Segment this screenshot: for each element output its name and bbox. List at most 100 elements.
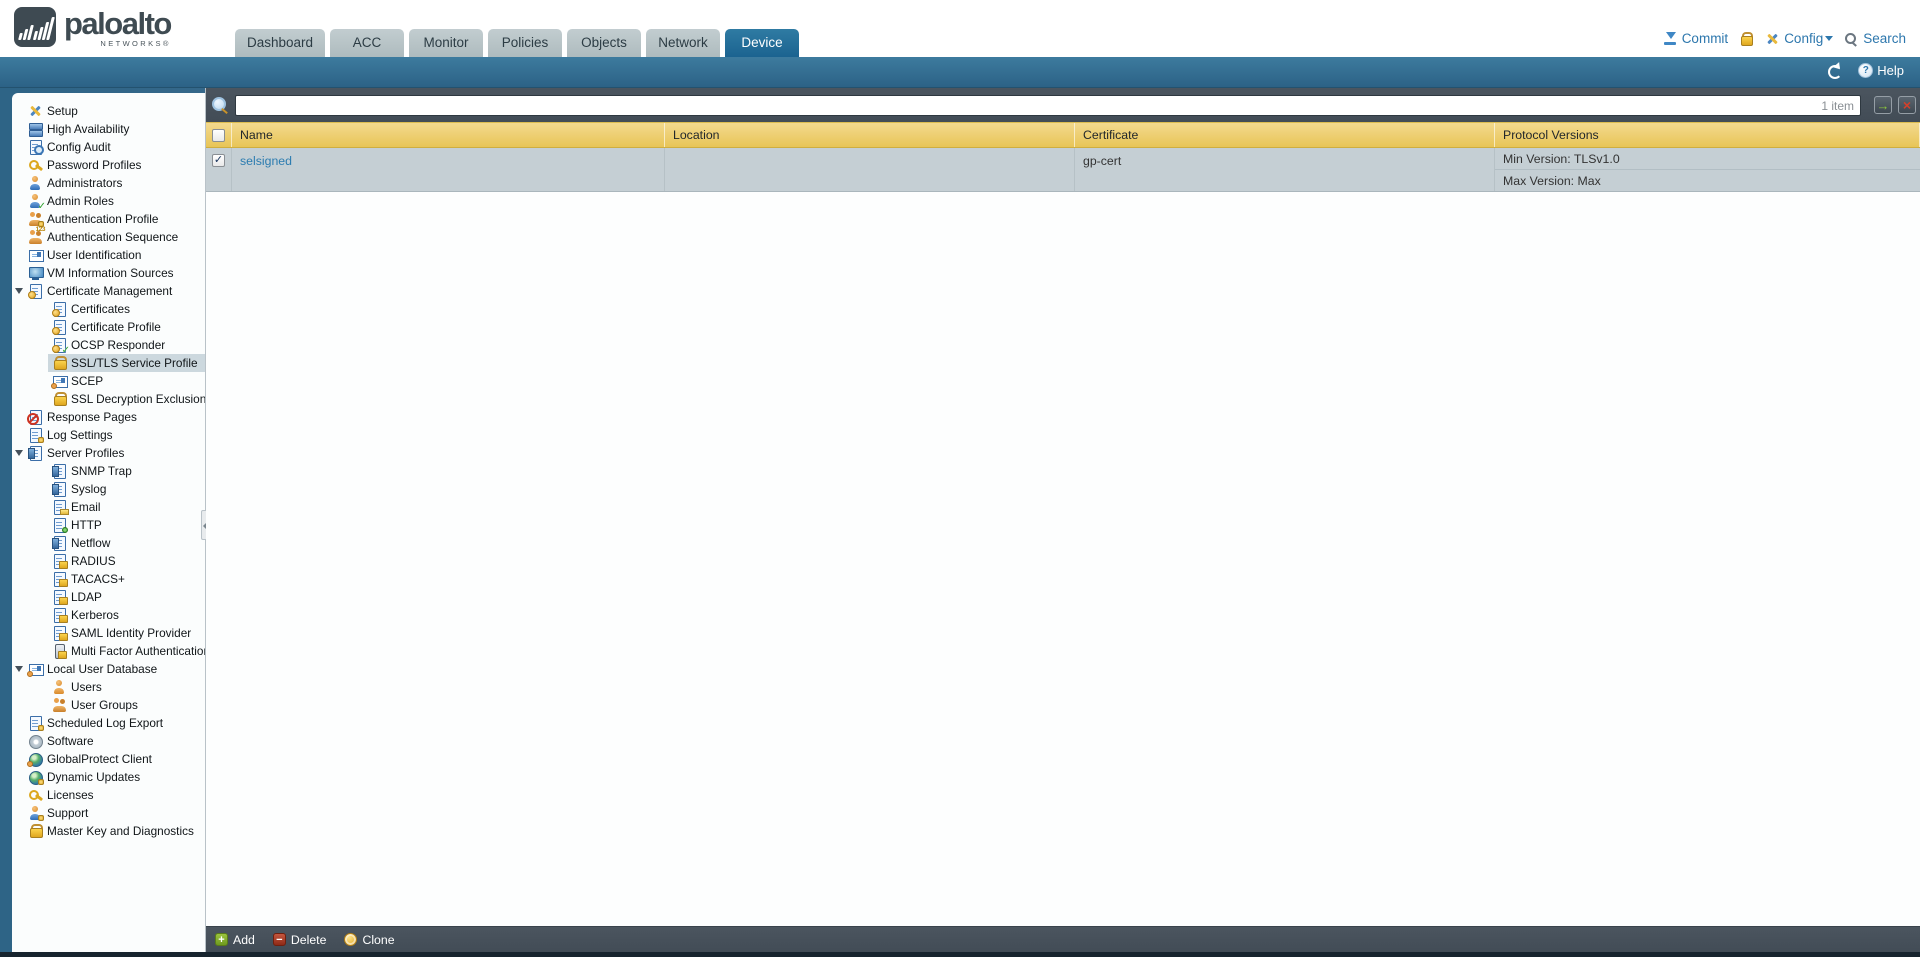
sidebar-item-syslog[interactable]: Syslog	[12, 480, 206, 498]
sidebar-item-netflow[interactable]: Netflow	[12, 534, 206, 552]
expander-chevron-icon[interactable]	[15, 450, 23, 456]
help-icon: ?	[1858, 63, 1873, 78]
tab-objects[interactable]: Objects	[567, 29, 641, 57]
syslog-icon	[52, 482, 67, 496]
delete-button[interactable]: −Delete	[273, 933, 327, 947]
netflow-icon	[52, 536, 67, 550]
sidebar-item-setup[interactable]: Setup	[12, 102, 206, 120]
sidebar-item-label: Multi Factor Authentication	[71, 644, 206, 658]
expander-chevron-icon[interactable]	[15, 666, 23, 672]
sidebar-item-label: VM Information Sources	[47, 266, 174, 280]
sidebar-item-certificates[interactable]: Certificates	[12, 300, 206, 318]
sidebar-item-config-audit[interactable]: Config Audit	[12, 138, 206, 156]
sidebar-item-vm-information-sources[interactable]: VM Information Sources	[12, 264, 206, 282]
sidebar-item-ssl-tls-service-profile[interactable]: SSL/TLS Service Profile	[12, 354, 206, 372]
tab-network[interactable]: Network	[646, 29, 720, 57]
lock-icon[interactable]	[1739, 32, 1754, 46]
sidebar-item-user-identification[interactable]: User Identification	[12, 246, 206, 264]
saml-identity-provider-icon	[52, 626, 67, 640]
table-header: NameLocationCertificateProtocol Versions	[206, 122, 1920, 148]
help-label: Help	[1877, 63, 1904, 78]
column-header-certificate[interactable]: Certificate	[1075, 123, 1495, 147]
sidebar-item-master-key-and-diagnostics[interactable]: Master Key and Diagnostics	[12, 822, 206, 840]
sidebar-item-local-user-database[interactable]: Local User Database	[12, 660, 206, 678]
administrators-icon	[28, 176, 43, 190]
config-menu-button[interactable]: Config	[1765, 31, 1833, 46]
sidebar-item-label: Kerberos	[71, 608, 119, 622]
row-checkbox[interactable]: ✓	[212, 154, 225, 167]
tab-acc[interactable]: ACC	[330, 29, 404, 57]
sidebar-item-high-availability[interactable]: High Availability	[12, 120, 206, 138]
tab-monitor[interactable]: Monitor	[409, 29, 483, 57]
sidebar-item-label: GlobalProtect Client	[47, 752, 152, 766]
admin-roles-icon: ✓	[28, 194, 43, 208]
sidebar-item-authentication-sequence[interactable]: 123Authentication Sequence	[12, 228, 206, 246]
sidebar-item-log-settings[interactable]: Log Settings	[12, 426, 206, 444]
sidebar-item-support[interactable]: Support	[12, 804, 206, 822]
master-key-and-diagnostics-icon	[28, 824, 43, 838]
filter-toolbar: 1 item → ×	[206, 88, 1920, 122]
tab-policies[interactable]: Policies	[488, 29, 562, 57]
tab-device[interactable]: Device	[725, 29, 799, 57]
sidebar-item-licenses[interactable]: Licenses	[12, 786, 206, 804]
sidebar-item-dynamic-updates[interactable]: Dynamic Updates	[12, 768, 206, 786]
sidebar-item-label: Dynamic Updates	[47, 770, 140, 784]
sidebar-item-saml-identity-provider[interactable]: SAML Identity Provider	[12, 624, 206, 642]
sidebar-item-label: Users	[71, 680, 102, 694]
sidebar-item-users[interactable]: Users	[12, 678, 206, 696]
tab-dashboard[interactable]: Dashboard	[235, 29, 325, 57]
sidebar-item-administrators[interactable]: Administrators	[12, 174, 206, 192]
sidebar-item-label: Server Profiles	[47, 446, 124, 460]
app-header: paloalto NETWORKS® DashboardACCMonitorPo…	[0, 0, 1920, 57]
commit-button[interactable]: Commit	[1663, 31, 1729, 46]
row-name-link[interactable]: selsigned	[240, 154, 292, 168]
sidebar-item-multi-factor-authentication[interactable]: Multi Factor Authentication	[12, 642, 206, 660]
sidebar-item-response-pages[interactable]: Response Pages	[12, 408, 206, 426]
clone-button[interactable]: Clone	[344, 933, 394, 947]
sidebar-item-password-profiles[interactable]: Password Profiles	[12, 156, 206, 174]
sidebar-item-scep[interactable]: SCEP	[12, 372, 206, 390]
column-header-name[interactable]: Name	[232, 123, 665, 147]
search-button[interactable]: Search	[1844, 31, 1906, 46]
sidebar-item-user-groups[interactable]: User Groups	[12, 696, 206, 714]
refresh-icon[interactable]	[1827, 63, 1842, 78]
sidebar-item-globalprotect-client[interactable]: GlobalProtect Client	[12, 750, 206, 768]
sidebar-item-scheduled-log-export[interactable]: Scheduled Log Export	[12, 714, 206, 732]
column-header-protocol-versions[interactable]: Protocol Versions	[1495, 123, 1920, 147]
sidebar-item-ldap[interactable]: LDAP	[12, 588, 206, 606]
table-body: ✓selsignedgp-certMin Version: TLSv1.0Max…	[206, 148, 1920, 192]
sidebar-item-http[interactable]: HTTP	[12, 516, 206, 534]
sidebar-item-certificate-profile[interactable]: Certificate Profile	[12, 318, 206, 336]
sidebar-item-tacacs[interactable]: TACACS+	[12, 570, 206, 588]
sidebar-item-email[interactable]: Email	[12, 498, 206, 516]
add-button[interactable]: +Add	[215, 933, 255, 947]
scep-icon	[52, 374, 67, 388]
apply-filter-button[interactable]: →	[1874, 96, 1892, 114]
sidebar-item-label: Certificate Management	[47, 284, 172, 298]
multi-factor-authentication-icon	[52, 644, 67, 658]
sidebar-item-admin-roles[interactable]: ✓Admin Roles	[12, 192, 206, 210]
filter-search-input[interactable]	[235, 95, 1861, 116]
sidebar-item-certificate-management[interactable]: Certificate Management	[12, 282, 206, 300]
config-label: Config	[1784, 31, 1823, 46]
sidebar-item-radius[interactable]: RADIUS	[12, 552, 206, 570]
sidebar-item-snmp-trap[interactable]: SNMP Trap	[12, 462, 206, 480]
kerberos-icon	[52, 608, 67, 622]
sidebar-item-ssl-decryption-exclusion[interactable]: SSL Decryption Exclusion	[12, 390, 206, 408]
clone-icon	[344, 933, 357, 946]
clear-filter-button[interactable]: ×	[1898, 96, 1916, 114]
commit-icon	[1663, 32, 1678, 46]
table-row[interactable]: ✓selsignedgp-certMin Version: TLSv1.0Max…	[206, 148, 1920, 192]
select-all-checkbox[interactable]	[212, 129, 225, 142]
expander-chevron-icon[interactable]	[15, 288, 23, 294]
sidebar-item-kerberos[interactable]: Kerberos	[12, 606, 206, 624]
radius-icon	[52, 554, 67, 568]
ldap-icon	[52, 590, 67, 604]
sidebar-item-server-profiles[interactable]: Server Profiles	[12, 444, 206, 462]
sidebar-item-software[interactable]: Software	[12, 732, 206, 750]
help-button[interactable]: ? Help	[1858, 63, 1904, 78]
bottom-strip	[0, 952, 1920, 957]
column-header-location[interactable]: Location	[665, 123, 1075, 147]
sidebar-item-ocsp-responder[interactable]: ✓OCSP Responder	[12, 336, 206, 354]
sidebar-item-label: Master Key and Diagnostics	[47, 824, 194, 838]
